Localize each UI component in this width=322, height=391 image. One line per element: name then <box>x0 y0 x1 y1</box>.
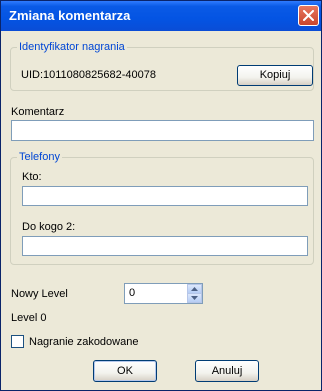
encoded-label[interactable]: Nagranie zakodowane <box>29 336 138 348</box>
encoded-checkbox[interactable] <box>11 335 24 348</box>
comment-input[interactable] <box>11 120 314 141</box>
ok-button[interactable]: OK <box>93 360 157 382</box>
recording-id-legend: Identyfikator nagrania <box>19 41 125 53</box>
spin-buttons <box>187 284 202 303</box>
new-level-value: 0 <box>129 287 136 299</box>
cancel-button[interactable]: Anuluj <box>195 360 259 382</box>
dialog-window: Zmiana komentarza Identyfikator nagrania… <box>0 0 322 391</box>
window-title: Zmiana komentarza <box>9 8 131 23</box>
current-level-text: Level 0 <box>11 312 47 324</box>
spin-down-button[interactable] <box>187 293 202 303</box>
chevron-down-icon <box>191 296 198 300</box>
who-input[interactable] <box>22 186 308 206</box>
who-label: Kto: <box>22 171 42 183</box>
to-whom-label: Do kogo 2: <box>22 221 76 233</box>
close-icon <box>303 10 314 21</box>
title-bar[interactable]: Zmiana komentarza <box>1 1 321 31</box>
to-whom-input[interactable] <box>22 236 308 256</box>
copy-button[interactable]: Kopiuj <box>237 65 313 86</box>
chevron-up-icon <box>191 287 198 291</box>
comment-label: Komentarz <box>11 106 65 118</box>
new-level-label: Nowy Level <box>11 288 68 300</box>
phones-legend: Telefony <box>19 151 60 163</box>
new-level-stepper[interactable]: 0 <box>124 283 203 304</box>
uid-text: UID:1011080825682-40078 <box>21 69 156 81</box>
close-button[interactable] <box>298 5 319 26</box>
